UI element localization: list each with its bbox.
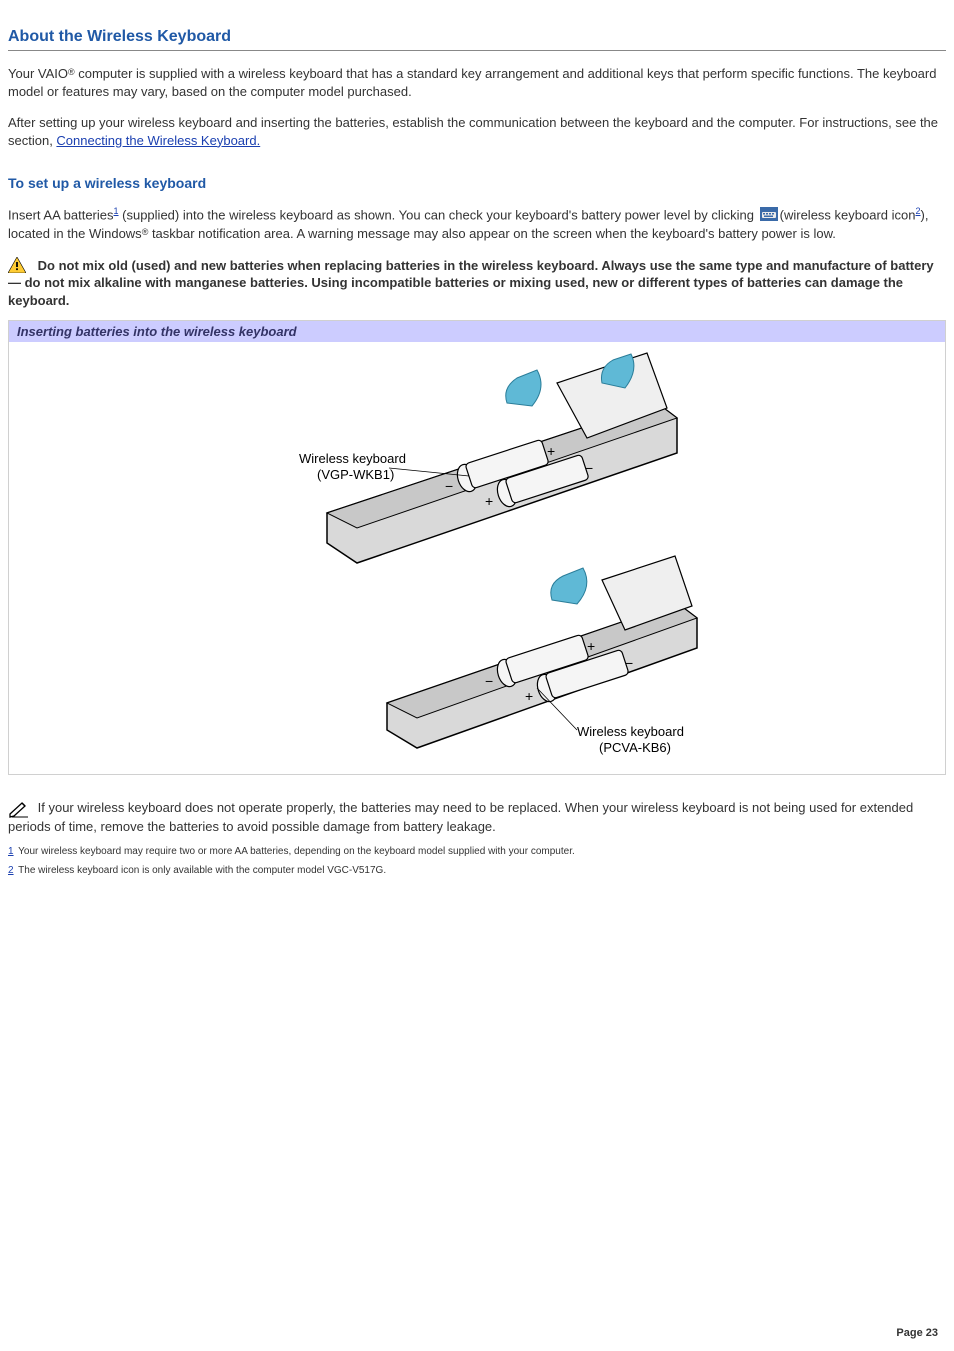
- warning-text: Do not mix old (used) and new batteries …: [8, 258, 934, 308]
- svg-text:+: +: [587, 638, 595, 654]
- fig-label-2a: Wireless keyboard: [577, 724, 684, 739]
- battery-insert-illustration: − + + − Wireless keyboard (VGP-WKB1): [207, 348, 747, 768]
- figure-caption: Inserting batteries into the wireless ke…: [9, 321, 945, 342]
- keyboard-tray-icon: [760, 207, 778, 226]
- page-title: About the Wireless Keyboard: [8, 28, 946, 46]
- footnote-2: 2 The wireless keyboard icon is only ava…: [8, 864, 946, 877]
- footnote-1: 1 Your wireless keyboard may require two…: [8, 845, 946, 858]
- figure-body: − + + − Wireless keyboard (VGP-WKB1): [9, 342, 945, 774]
- footnote-1-text: Your wireless keyboard may require two o…: [16, 846, 575, 857]
- svg-text:+: +: [485, 493, 493, 509]
- svg-text:−: −: [625, 655, 633, 671]
- footnote-2-ref[interactable]: 2: [8, 865, 14, 876]
- footnote-1-ref[interactable]: 1: [8, 846, 14, 857]
- footnote-2-text: The wireless keyboard icon is only avail…: [16, 865, 387, 876]
- fig-label-1b: (VGP-WKB1): [317, 467, 394, 482]
- note-block: If your wireless keyboard does not opera…: [8, 799, 946, 836]
- setup-text-a: Insert AA batteries: [8, 208, 114, 223]
- registered-mark: ®: [68, 67, 75, 77]
- setup-subheading: To set up a wireless keyboard: [8, 175, 946, 191]
- svg-text:−: −: [485, 673, 493, 689]
- fig-label-2b: (PCVA-KB6): [599, 740, 671, 755]
- page-number: Page 23: [896, 1327, 938, 1339]
- connecting-keyboard-link[interactable]: Connecting the Wireless Keyboard.: [56, 133, 260, 148]
- title-divider: [8, 50, 946, 51]
- fig-label-1a: Wireless keyboard: [299, 451, 406, 466]
- setup-text-e: taskbar notification area. A warning mes…: [148, 226, 836, 241]
- note-text: If your wireless keyboard does not opera…: [8, 800, 913, 834]
- intro-paragraph-2: After setting up your wireless keyboard …: [8, 114, 946, 149]
- svg-text:−: −: [585, 460, 593, 476]
- svg-text:+: +: [525, 688, 533, 704]
- svg-text:+: +: [547, 443, 555, 459]
- warning-icon: [8, 258, 38, 273]
- intro-text-1a: Your VAIO: [8, 66, 68, 81]
- warning-block: Do not mix old (used) and new batteries …: [8, 257, 946, 310]
- intro-text-1b: computer is supplied with a wireless key…: [8, 66, 936, 99]
- setup-text-c: (wireless keyboard icon: [780, 208, 916, 223]
- intro-paragraph-1: Your VAIO® computer is supplied with a w…: [8, 65, 946, 100]
- setup-text-b: (supplied) into the wireless keyboard as…: [119, 208, 758, 223]
- svg-text:−: −: [445, 478, 453, 494]
- setup-paragraph: Insert AA batteries1 (supplied) into the…: [8, 205, 946, 243]
- note-icon: [8, 800, 38, 815]
- figure-container: Inserting batteries into the wireless ke…: [8, 320, 946, 775]
